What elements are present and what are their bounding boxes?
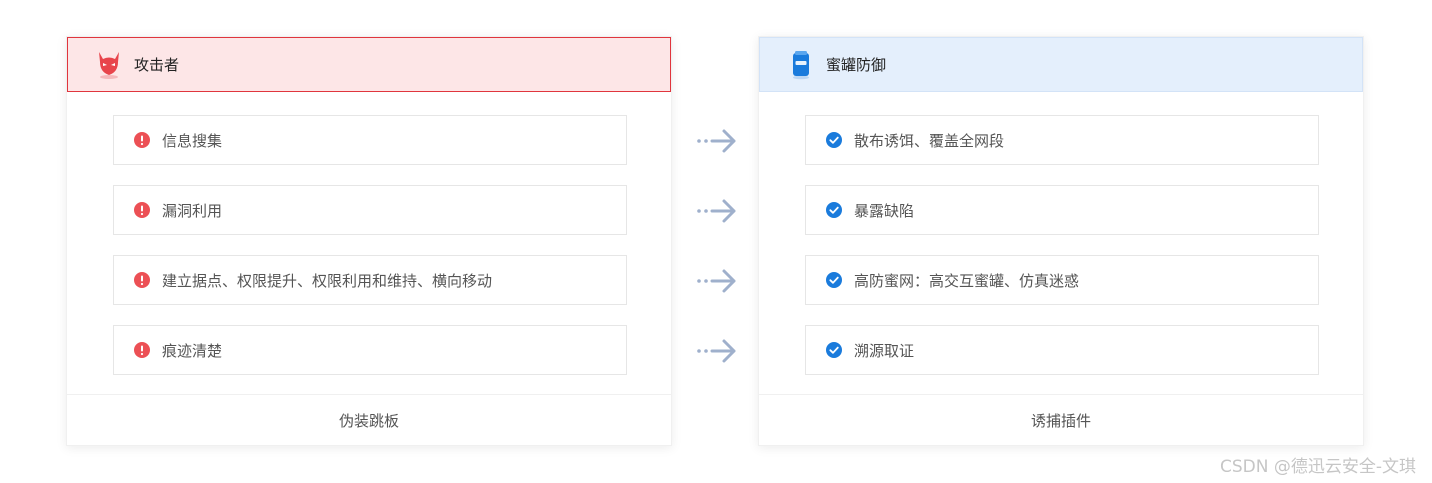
attacker-step: 漏洞利用 bbox=[113, 185, 627, 235]
alert-circle-icon bbox=[134, 132, 150, 148]
defense-step: 暴露缺陷 bbox=[805, 185, 1319, 235]
defense-step-list: 散布诱饵、覆盖全网段 暴露缺陷 高防蜜网：高交互蜜罐、仿真迷惑 溯源取证 bbox=[759, 92, 1363, 396]
attacker-footer: 伪装跳板 bbox=[67, 394, 671, 445]
attacker-step-label: 痕迹清楚 bbox=[162, 341, 223, 360]
devil-mask-icon bbox=[96, 50, 122, 80]
alert-circle-icon bbox=[134, 272, 150, 288]
honeypot-jar-icon bbox=[788, 50, 814, 80]
defense-step-label: 溯源取证 bbox=[854, 341, 915, 360]
defense-header: 蜜罐防御 bbox=[759, 37, 1363, 92]
defense-step: 高防蜜网：高交互蜜罐、仿真迷惑 bbox=[805, 255, 1319, 305]
dotted-arrow-right-icon bbox=[697, 269, 736, 293]
alert-circle-icon bbox=[134, 202, 150, 218]
defense-title: 蜜罐防御 bbox=[826, 56, 887, 74]
alert-circle-icon bbox=[134, 342, 150, 358]
check-circle-icon bbox=[826, 272, 842, 288]
check-circle-icon bbox=[826, 342, 842, 358]
defense-step-label: 暴露缺陷 bbox=[854, 201, 915, 220]
defense-footer: 诱捕插件 bbox=[759, 394, 1363, 445]
check-circle-icon bbox=[826, 132, 842, 148]
attacker-step-label: 信息搜集 bbox=[162, 131, 223, 150]
attacker-title: 攻击者 bbox=[134, 56, 180, 74]
defense-step: 散布诱饵、覆盖全网段 bbox=[805, 115, 1319, 165]
attacker-step: 信息搜集 bbox=[113, 115, 627, 165]
dotted-arrow-right-icon bbox=[697, 199, 736, 223]
check-circle-icon bbox=[826, 202, 842, 218]
attacker-step: 痕迹清楚 bbox=[113, 325, 627, 375]
attacker-step: 建立据点、权限提升、权限利用和维持、横向移动 bbox=[113, 255, 627, 305]
attacker-header: 攻击者 bbox=[67, 37, 671, 92]
attacker-step-list: 信息搜集 漏洞利用 建立据点、权限提升、权限利用和维持、横向移动 痕迹清楚 bbox=[67, 92, 671, 396]
watermark: CSDN @德迅云安全-文琪 bbox=[1219, 457, 1416, 477]
defense-panel: 蜜罐防御 散布诱饵、覆盖全网段 暴露缺陷 高防蜜网：高交互蜜罐、仿真迷惑 溯源取… bbox=[758, 36, 1364, 446]
attacker-step-label: 漏洞利用 bbox=[162, 201, 223, 220]
defense-step: 溯源取证 bbox=[805, 325, 1319, 375]
attacker-step-label: 建立据点、权限提升、权限利用和维持、横向移动 bbox=[162, 271, 493, 290]
dotted-arrow-right-icon bbox=[697, 129, 736, 153]
defense-step-label: 散布诱饵、覆盖全网段 bbox=[854, 131, 1005, 150]
dotted-arrow-right-icon bbox=[697, 339, 736, 363]
attacker-panel: 攻击者 信息搜集 漏洞利用 建立据点、权限提升、权限利用和维持、横向移动 痕迹清… bbox=[66, 36, 672, 446]
defense-step-label: 高防蜜网：高交互蜜罐、仿真迷惑 bbox=[854, 271, 1080, 290]
